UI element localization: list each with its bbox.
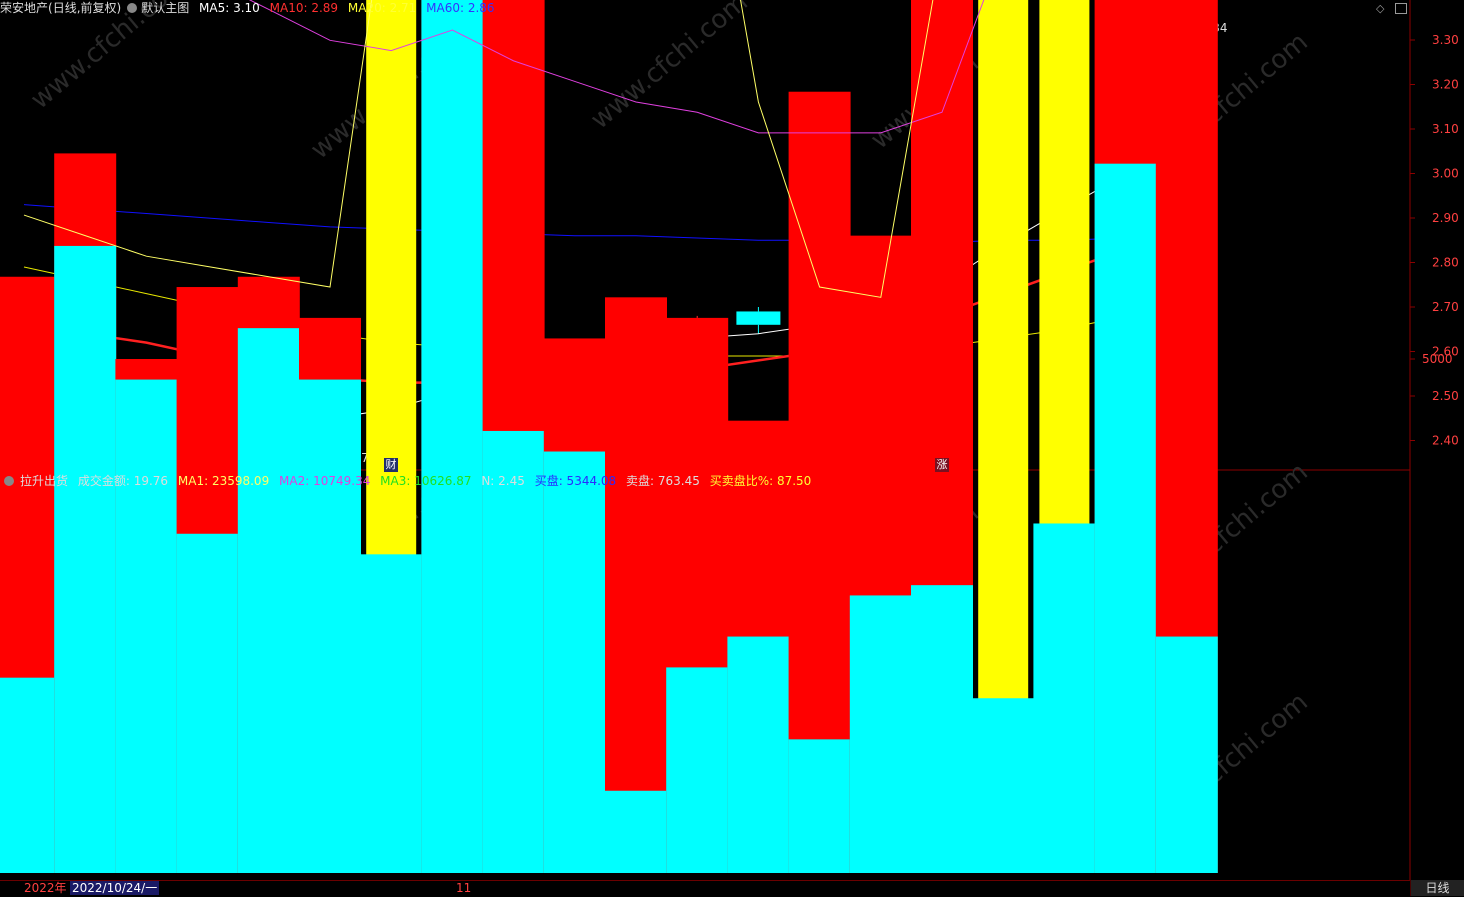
buy-bar	[972, 698, 1035, 873]
x-axis-bar	[0, 880, 1410, 897]
price-tick-label: 2.50	[1432, 389, 1459, 403]
price-tick-label: 2.40	[1432, 434, 1459, 448]
ma10-label: MA10: 2.89	[269, 1, 339, 15]
price-tick-label: 3.20	[1432, 78, 1459, 92]
volume-tick-label: 5000	[1422, 352, 1453, 366]
buy-bar	[849, 595, 912, 873]
buy-bar	[666, 667, 729, 873]
period-label: (日线,前复权)	[48, 1, 122, 15]
buy-bar	[605, 790, 667, 873]
n-label: N: 2.45	[481, 474, 525, 488]
indicator-header: 拉升出货 成交金额: 19.76 MA1: 23598.09 MA2: 1074…	[0, 473, 817, 489]
price-tick-label: 3.30	[1432, 33, 1459, 47]
chart-canvas: www.cfchi.com www.cfchi.com www.cfchi.comw…	[0, 0, 1459, 896]
buy-bar	[176, 533, 239, 873]
event-marker-zhang[interactable]: 涨	[935, 458, 949, 472]
buy-bar	[543, 451, 606, 873]
buy-bar	[788, 739, 851, 873]
buy-bar	[0, 677, 55, 873]
buy-bar	[727, 636, 790, 873]
sell-label: 卖盘: 763.45	[626, 474, 700, 488]
ma5-label: MA5: 3.10	[199, 1, 260, 15]
ma3-label: MA3: 10626.87	[380, 474, 472, 488]
diamond-icon[interactable]: ◇	[1376, 2, 1384, 15]
ma20-label: MA20: 2.71	[347, 1, 417, 15]
ma2-label: MA2: 10749.34	[279, 474, 371, 488]
event-marker-cai[interactable]: 财	[384, 458, 398, 472]
buy-bar	[299, 379, 361, 873]
stock-name[interactable]: 荣安地产	[0, 1, 48, 15]
template-dropdown-icon[interactable]	[127, 3, 138, 13]
price-tick-label: 2.90	[1432, 211, 1459, 225]
ma60-label: MA60: 2.86	[426, 1, 495, 15]
panel-toggle-icon[interactable]	[1395, 3, 1407, 14]
buy-bar	[1094, 163, 1157, 873]
buy-bar	[482, 430, 545, 873]
watermark-text: www.cfchi.com	[25, 0, 194, 115]
indicator-name[interactable]: 拉升出货	[20, 474, 68, 488]
template-label[interactable]: 默认主图	[141, 1, 189, 15]
x-axis-year: 2022年	[24, 881, 67, 895]
buy-label: 买盘: 5344.08	[534, 474, 617, 488]
watermark-text: www.cfchi.com	[585, 0, 754, 135]
candle-body	[736, 311, 781, 325]
price-tick-label: 2.80	[1432, 256, 1459, 270]
main-chart-header: 荣安地产(日线,前复权) 默认主图 MA5: 3.10 MA10: 2.89 MA…	[0, 0, 501, 16]
buy-bar	[115, 379, 178, 873]
price-tick-label: 2.70	[1432, 300, 1459, 314]
buy-bar	[237, 328, 300, 873]
ratio-label: 买卖盘比%: 87.50	[709, 474, 812, 488]
amount-label: 成交金额: 19.76	[77, 474, 169, 488]
price-tick-label: 3.10	[1432, 122, 1459, 136]
sell-bar	[605, 297, 667, 873]
x-axis-date: 2022/10/24/一	[70, 881, 160, 895]
buy-bar	[911, 585, 973, 873]
buy-bar	[54, 245, 117, 874]
buy-bar	[360, 554, 423, 873]
period-corner-label[interactable]: 日线	[1411, 880, 1464, 896]
buy-bar	[1155, 636, 1218, 873]
ma1-label: MA1: 23598.09	[177, 474, 270, 488]
indicator-dropdown-icon[interactable]	[4, 476, 14, 486]
price-tick-label: 3.00	[1432, 167, 1459, 181]
x-axis-month: 11	[456, 881, 472, 895]
buy-bar	[1033, 523, 1096, 873]
buy-bar	[421, 0, 484, 874]
